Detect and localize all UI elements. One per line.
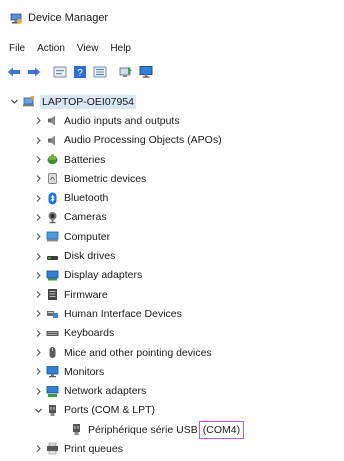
tree-item-label: Display adapters — [64, 269, 143, 282]
computer-tree-icon — [22, 95, 35, 108]
tree-item-monitors[interactable]: Monitors — [0, 362, 344, 381]
com-port-highlight: (COM4) — [198, 420, 245, 439]
chevron-right-icon[interactable] — [33, 290, 43, 300]
bluetooth-icon — [46, 192, 59, 205]
menu-bar: File Action View Help — [0, 40, 137, 56]
tree-item-network-adapters[interactable]: Network adapters — [0, 381, 344, 400]
port-icon — [46, 404, 59, 417]
svg-text:?: ? — [77, 68, 83, 79]
battery-icon — [46, 153, 59, 166]
chevron-right-icon[interactable] — [33, 174, 43, 184]
menu-help[interactable]: Help — [104, 43, 137, 54]
menu-file[interactable]: File — [0, 43, 31, 54]
chevron-right-icon[interactable] — [33, 367, 43, 377]
view-list-icon[interactable] — [92, 64, 108, 80]
title-bar: Device Manager — [0, 0, 344, 36]
tree-item-mice[interactable]: Mice and other pointing devices — [0, 343, 344, 362]
monitor-icon[interactable] — [138, 64, 154, 80]
chevron-right-icon[interactable] — [33, 444, 43, 454]
tree-item-cameras[interactable]: Cameras — [0, 208, 344, 227]
tree-item-hid[interactable]: Human Interface Devices — [0, 304, 344, 323]
tree-item-label: Firmware — [64, 288, 108, 301]
device-manager-window: Device Manager File Action View Help ? L… — [0, 0, 344, 461]
computer-icon — [46, 230, 59, 243]
port-icon — [70, 423, 83, 436]
device-tree: LAPTOP-OEI07954 Audio inputs and outputs… — [0, 92, 344, 459]
device-manager-icon — [8, 10, 24, 26]
tree-item-computer[interactable]: Computer — [0, 227, 344, 246]
tree-item-label: Mice and other pointing devices — [64, 346, 212, 359]
chevron-right-icon[interactable] — [33, 348, 43, 358]
tree-item-label: Batteries — [64, 153, 106, 166]
tree-root-label: LAPTOP-OEI07954 — [40, 94, 137, 109]
chevron-right-icon[interactable] — [33, 251, 43, 261]
tree-item-ports[interactable]: Ports (COM & LPT) — [0, 401, 344, 420]
properties-icon[interactable] — [52, 64, 68, 80]
chevron-right-icon[interactable] — [33, 212, 43, 222]
chevron-right-icon[interactable] — [33, 155, 43, 165]
monitor-icon — [46, 365, 59, 378]
tree-item-label: Bluetooth — [64, 192, 109, 205]
menu-action[interactable]: Action — [31, 43, 71, 54]
tree-item-biometric[interactable]: Biometric devices — [0, 169, 344, 188]
scan-hardware-icon[interactable] — [118, 64, 134, 80]
chevron-down-icon[interactable] — [9, 97, 19, 107]
tree-item-batteries[interactable]: Batteries — [0, 150, 344, 169]
chevron-right-icon[interactable] — [33, 135, 43, 145]
tree-item-disk-drives[interactable]: Disk drives — [0, 246, 344, 265]
tree-item-label: Keyboards — [64, 327, 115, 340]
tree-item-audio-inputs[interactable]: Audio inputs and outputs — [0, 111, 344, 130]
disk-drive-icon — [46, 250, 59, 263]
chevron-right-icon[interactable] — [33, 116, 43, 126]
tree-item-display-adapters[interactable]: Display adapters — [0, 266, 344, 285]
speaker-icon — [46, 134, 59, 147]
tree-item-label: Audio inputs and outputs — [64, 114, 180, 127]
firmware-icon — [46, 288, 59, 301]
window-title: Device Manager — [28, 12, 109, 24]
tree-item-bluetooth[interactable]: Bluetooth — [0, 188, 344, 207]
speaker-icon — [46, 114, 59, 127]
help-icon[interactable]: ? — [72, 64, 88, 80]
tree-item-label: Audio Processing Objects (APOs) — [64, 134, 222, 147]
tree-item-label: Print queues — [64, 442, 123, 455]
tree-item-label: Human Interface Devices — [64, 307, 182, 320]
network-adapter-icon — [46, 385, 59, 398]
tree-item-firmware[interactable]: Firmware — [0, 285, 344, 304]
hid-icon — [46, 307, 59, 320]
tree-item-label: Périphérique série USB — [88, 423, 198, 436]
tree-item-label: Network adapters — [64, 385, 147, 398]
tree-item-label: Ports (COM & LPT) — [64, 404, 156, 417]
chevron-right-icon[interactable] — [33, 270, 43, 280]
tree-item-label: Biometric devices — [64, 172, 147, 185]
chevron-right-icon[interactable] — [33, 386, 43, 396]
tree-item-keyboards[interactable]: Keyboards — [0, 324, 344, 343]
tree-root[interactable]: LAPTOP-OEI07954 — [0, 92, 344, 111]
forward-arrow-icon[interactable] — [26, 64, 42, 80]
tree-item-label: Disk drives — [64, 250, 116, 263]
chevron-right-icon[interactable] — [33, 328, 43, 338]
printer-icon — [46, 442, 59, 455]
menu-view[interactable]: View — [71, 43, 105, 54]
tree-item-label: Cameras — [64, 211, 107, 224]
mouse-icon — [46, 346, 59, 359]
fingerprint-icon — [46, 172, 59, 185]
tree-item-label: Monitors — [64, 365, 105, 378]
chevron-right-icon[interactable] — [33, 193, 43, 203]
tree-item-label: Computer — [64, 230, 111, 243]
chevron-right-icon[interactable] — [33, 232, 43, 242]
back-arrow-icon[interactable] — [6, 64, 22, 80]
tree-item-usb-serial[interactable]: Périphérique série USB (COM4) — [0, 420, 344, 439]
chevron-right-icon[interactable] — [33, 309, 43, 319]
chevron-down-icon[interactable] — [33, 405, 43, 415]
display-adapter-icon — [46, 269, 59, 282]
camera-icon — [46, 211, 59, 224]
toolbar: ? — [0, 62, 154, 82]
tree-item-print-queues[interactable]: Print queues — [0, 439, 344, 458]
tree-item-audio-processing[interactable]: Audio Processing Objects (APOs) — [0, 131, 344, 150]
keyboard-icon — [46, 327, 59, 340]
